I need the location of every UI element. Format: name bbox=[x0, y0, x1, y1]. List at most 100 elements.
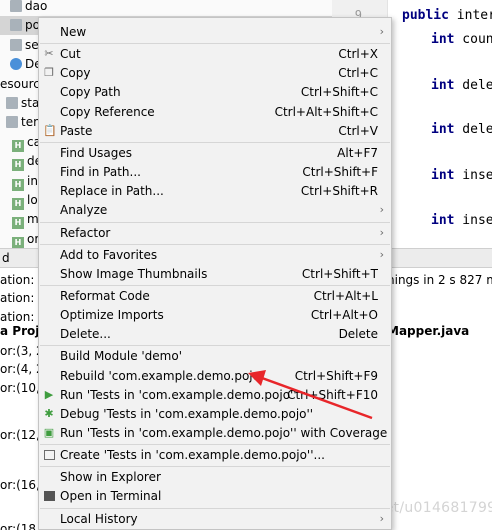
code-text: inter bbox=[448, 8, 492, 23]
menu-item-delete[interactable]: Delete... Delete bbox=[39, 325, 391, 344]
spring-app-icon bbox=[10, 58, 22, 71]
menu-item-shortcut: Ctrl+Shift+C bbox=[300, 85, 378, 100]
menu-item-rebuild-com-example-demo-pojo[interactable]: Rebuild 'com.example.demo.pojo' Ctrl+Shif… bbox=[39, 367, 391, 386]
menu-item-debug-tests-in-com-example-demo-pojo[interactable]: ✱ Debug 'Tests in 'com.example.demo.pojo'… bbox=[39, 405, 391, 424]
chevron-right-icon: › bbox=[379, 203, 384, 217]
menu-item-label: Analyze bbox=[60, 203, 108, 218]
html-file-icon: H bbox=[12, 236, 24, 249]
menu-separator bbox=[40, 507, 390, 509]
folder-icon bbox=[6, 97, 18, 109]
menu-item-shortcut: Ctrl+V bbox=[338, 123, 378, 138]
code-line: public inter bbox=[402, 8, 492, 23]
menu-item-label: Open in Terminal bbox=[60, 489, 162, 504]
menu-item-shortcut: Ctrl+Shift+T bbox=[301, 266, 378, 281]
menu-separator bbox=[40, 466, 390, 468]
paste-icon: 📋 bbox=[43, 123, 57, 137]
code-keyword: int bbox=[431, 32, 455, 47]
menu-item-find-in-path[interactable]: Find in Path... Ctrl+Shift+F bbox=[39, 163, 391, 182]
tree-item-label: dao bbox=[25, 0, 48, 13]
menu-item-open-in-terminal[interactable]: Open in Terminal bbox=[39, 487, 391, 506]
code-line: int inser bbox=[431, 213, 492, 228]
menu-item-run-tests-in-com-example-demo-pojo-with-coverage[interactable]: ▣ Run 'Tests in 'com.example.demo.pojo'' … bbox=[39, 424, 391, 443]
context-menu: New › ✂ Cut Ctrl+X ❐ Copy Ctrl+C Copy Path Ctrl+S… bbox=[38, 17, 392, 530]
menu-item-label: Refactor bbox=[60, 225, 111, 240]
menu-item-shortcut: Ctrl+Shift+R bbox=[300, 184, 378, 199]
menu-item-label: Run 'Tests in 'com.example.demo.pojo'' w… bbox=[60, 426, 388, 440]
tree-item[interactable]: se bbox=[0, 36, 39, 55]
run-icon: ▶ bbox=[44, 387, 54, 401]
menu-item-copy-path[interactable]: Copy Path Ctrl+Shift+C bbox=[39, 83, 391, 102]
menu-item-copy-reference[interactable]: Copy Reference Ctrl+Alt+Shift+C bbox=[39, 103, 391, 122]
run-tab-label[interactable]: d bbox=[2, 251, 10, 265]
menu-item-label: Copy Reference bbox=[60, 104, 155, 119]
menu-item-new[interactable]: New › bbox=[39, 23, 391, 42]
menu-item-label: Local History bbox=[60, 511, 138, 526]
menu-item-label: Debug 'Tests in 'com.example.demo.pojo'' bbox=[60, 406, 314, 421]
code-line: int dele bbox=[431, 78, 492, 93]
code-line: int count bbox=[431, 32, 492, 47]
menu-item-run-tests-in-com-example-demo-pojo[interactable]: ▶ Run 'Tests in 'com.example.demo.pojo'' C… bbox=[39, 386, 391, 405]
html-file-icon: H bbox=[12, 178, 24, 191]
html-file-icon: H bbox=[12, 139, 24, 152]
menu-item-show-image-thumbnails[interactable]: Show Image Thumbnails Ctrl+Shift+T bbox=[39, 265, 391, 284]
menu-item-label: Run 'Tests in 'com.example.demo.pojo'' bbox=[60, 387, 297, 402]
tree-item-label: se bbox=[25, 37, 39, 52]
tree-item[interactable]: Hde bbox=[0, 152, 42, 172]
menu-item-label: Find in Path... bbox=[60, 165, 141, 180]
chevron-right-icon: › bbox=[379, 25, 384, 38]
tree-item[interactable]: Hor bbox=[0, 230, 39, 249]
menu-item-label: Replace in Path... bbox=[60, 184, 164, 199]
menu-separator bbox=[40, 345, 390, 347]
menu-item-label: Cut bbox=[60, 47, 81, 62]
menu-item-shortcut: Delete bbox=[338, 327, 378, 342]
menu-item-label: New bbox=[60, 25, 87, 39]
menu-separator bbox=[40, 243, 390, 245]
menu-item-shortcut: Ctrl+Shift+F10 bbox=[287, 387, 378, 402]
menu-item-label: Create 'Tests in 'com.example.demo.pojo'… bbox=[60, 448, 325, 463]
menu-item-local-history[interactable]: Local History › bbox=[39, 510, 391, 529]
menu-item-add-to-favorites[interactable]: Add to Favorites › bbox=[39, 246, 391, 265]
code-text: dele bbox=[454, 122, 492, 137]
code-keyword: public bbox=[402, 8, 449, 23]
menu-item-label: Delete... bbox=[60, 327, 111, 342]
code-keyword: int bbox=[431, 168, 455, 183]
menu-item-shortcut: Ctrl+C bbox=[338, 66, 378, 81]
menu-item-label: Build Module 'demo' bbox=[60, 349, 183, 364]
mapper-file-label[interactable]: Mapper.java bbox=[387, 324, 469, 338]
warnings-summary: nings in 2 s 827 ms bbox=[387, 273, 492, 287]
menu-item-refactor[interactable]: Refactor › bbox=[39, 224, 391, 243]
tree-item[interactable]: Hm bbox=[0, 210, 39, 230]
menu-item-show-in-explorer[interactable]: Show in Explorer bbox=[39, 468, 391, 487]
menu-item-build-module-demo[interactable]: Build Module 'demo' bbox=[39, 347, 391, 366]
menu-separator bbox=[40, 141, 390, 143]
menu-item-optimize-imports[interactable]: Optimize Imports Ctrl+Alt+O bbox=[39, 306, 391, 325]
menu-item-analyze[interactable]: Analyze › bbox=[39, 201, 391, 220]
tree-item-label: lo bbox=[27, 193, 38, 207]
code-text: inser bbox=[462, 168, 492, 183]
menu-item-paste[interactable]: 📋 Paste Ctrl+V bbox=[39, 122, 391, 141]
menu-item-shortcut: Ctrl+Alt+Shift+C bbox=[274, 104, 378, 119]
code-text: dele bbox=[454, 78, 492, 93]
html-file-icon: H bbox=[12, 217, 24, 230]
menu-item-label: Copy bbox=[60, 66, 91, 81]
code-line: int dele bbox=[431, 122, 492, 137]
menu-item-create-tests-in-com-example-demo-pojo[interactable]: Create 'Tests in 'com.example.demo.pojo'… bbox=[39, 446, 391, 465]
tree-item[interactable]: dao bbox=[0, 0, 47, 16]
menu-separator bbox=[40, 284, 390, 286]
menu-item-cut[interactable]: ✂ Cut Ctrl+X bbox=[39, 45, 391, 64]
terminal-icon bbox=[44, 491, 55, 502]
html-file-icon: H bbox=[12, 159, 24, 172]
tree-item-label: m bbox=[27, 212, 39, 227]
menu-item-reformat-code[interactable]: Reformat Code Ctrl+Alt+L bbox=[39, 287, 391, 306]
tree-item[interactable]: Hlo bbox=[0, 191, 38, 210]
menu-item-find-usages[interactable]: Find Usages Alt+F7 bbox=[39, 144, 391, 163]
coverage-icon: ▣ bbox=[43, 426, 55, 439]
folder-icon bbox=[10, 38, 22, 51]
tree-item[interactable]: Hca bbox=[0, 133, 41, 152]
menu-item-replace-in-path[interactable]: Replace in Path... Ctrl+Shift+R bbox=[39, 182, 391, 201]
menu-separator bbox=[40, 444, 390, 446]
menu-item-shortcut: Ctrl+Alt+L bbox=[313, 288, 378, 303]
menu-item-copy[interactable]: ❐ Copy Ctrl+C bbox=[39, 64, 391, 83]
tree-item[interactable]: De bbox=[0, 55, 42, 74]
menu-item-label: Add to Favorites bbox=[60, 247, 158, 262]
